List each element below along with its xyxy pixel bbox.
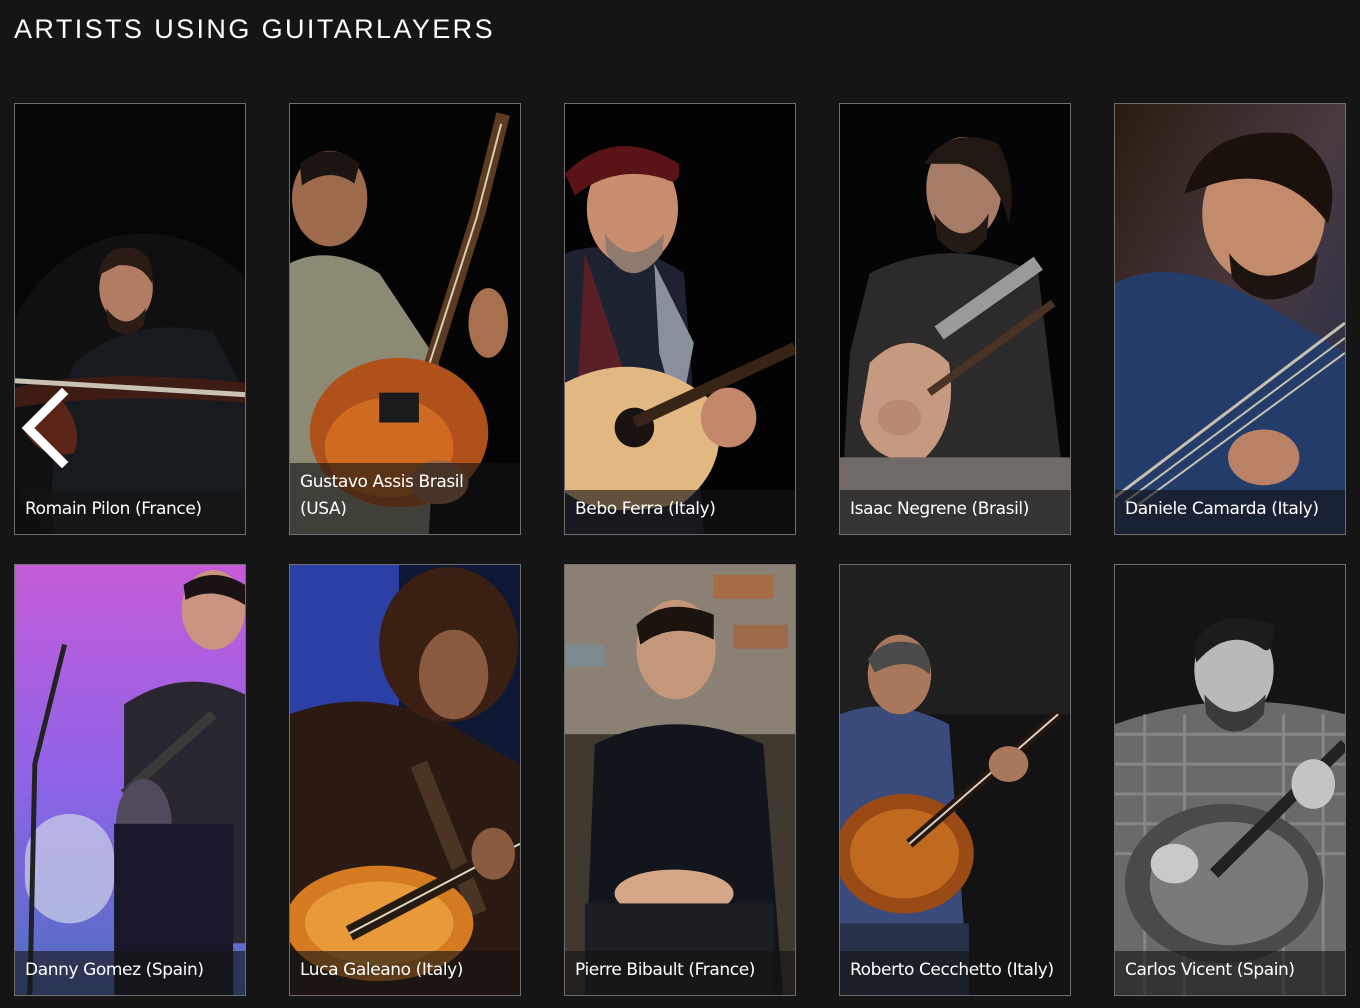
artist-card[interactable]: Daniele Camarda (Italy): [1114, 103, 1346, 535]
artist-photo: [15, 565, 245, 995]
artist-name: Roberto Cecchetto (Italy): [840, 951, 1070, 995]
artist-card[interactable]: Luca Galeano (Italy): [289, 564, 521, 996]
artist-photo: [15, 104, 245, 534]
artist-card[interactable]: Isaac Negrene (Brasil): [839, 103, 1071, 535]
artist-card[interactable]: Gustavo Assis Brasil (USA): [289, 103, 521, 535]
artists-page: ARTISTS USING GUITARLAYERS Romain Pilon …: [0, 0, 1360, 1008]
artist-name: Daniele Camarda (Italy): [1115, 490, 1345, 534]
artist-name: Isaac Negrene (Brasil): [840, 490, 1070, 534]
artist-card[interactable]: Romain Pilon (France): [14, 103, 246, 535]
artist-name: Luca Galeano (Italy): [290, 951, 520, 995]
artist-photo: [565, 565, 795, 995]
page-title: ARTISTS USING GUITARLAYERS: [14, 14, 495, 44]
artist-photo: [840, 565, 1070, 995]
artist-card[interactable]: Roberto Cecchetto (Italy): [839, 564, 1071, 996]
artist-card[interactable]: Danny Gomez (Spain): [14, 564, 246, 996]
chevron-left-icon: [21, 388, 69, 468]
artist-card[interactable]: Pierre Bibault (France): [564, 564, 796, 996]
artist-photo: [840, 104, 1070, 534]
artist-photo: [565, 104, 795, 534]
carousel-prev-button[interactable]: [18, 388, 70, 468]
artist-name: Bebo Ferra (Italy): [565, 490, 795, 534]
artist-name: Danny Gomez (Spain): [15, 951, 245, 995]
artist-photo: [290, 565, 520, 995]
artist-photo: [1115, 104, 1345, 534]
artist-name: Romain Pilon (France): [15, 490, 245, 534]
artist-name: Carlos Vicent (Spain): [1115, 951, 1345, 995]
artist-card[interactable]: Carlos Vicent (Spain): [1114, 564, 1346, 996]
artist-name: Gustavo Assis Brasil (USA): [290, 463, 520, 534]
artist-photo: [1115, 565, 1345, 995]
artist-name: Pierre Bibault (France): [565, 951, 795, 995]
artist-grid: Romain Pilon (France) Gustavo Assis Bras…: [14, 103, 1346, 996]
artist-card[interactable]: Bebo Ferra (Italy): [564, 103, 796, 535]
